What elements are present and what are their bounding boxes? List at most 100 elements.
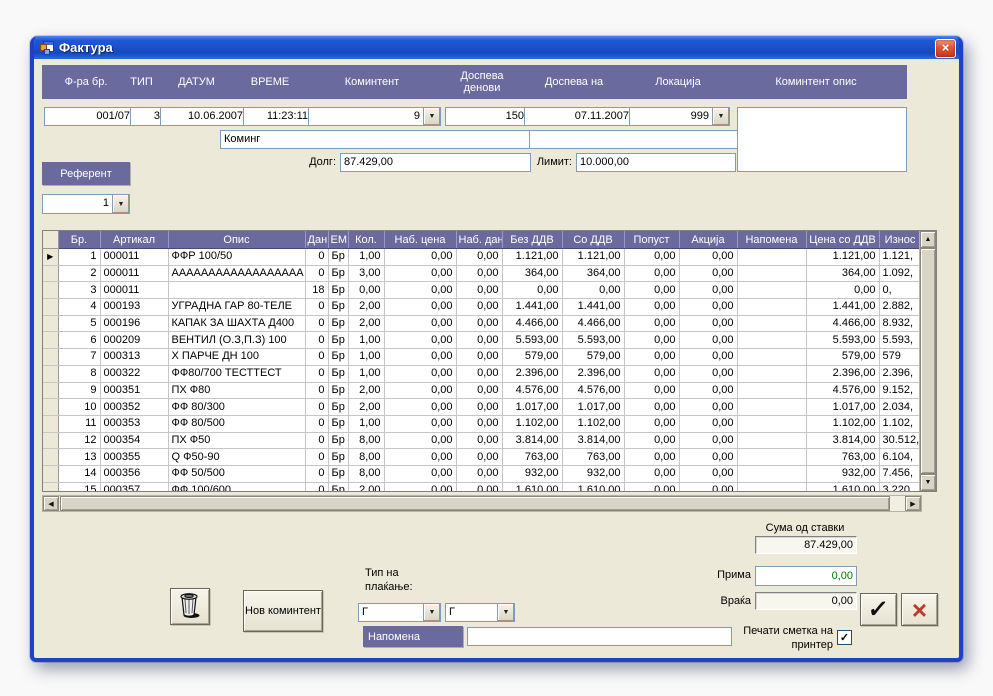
grid-cell[interactable]: 1,00 xyxy=(348,332,384,349)
grid-cell[interactable]: 0 xyxy=(305,365,328,382)
due-date-field[interactable]: 07.11.2007 xyxy=(524,107,633,126)
grid-cell[interactable]: 0 xyxy=(305,299,328,316)
grid-cell[interactable]: Бр xyxy=(328,282,348,299)
row-selector[interactable] xyxy=(43,432,58,449)
grid-cell[interactable]: 12 xyxy=(58,432,100,449)
grid-cell[interactable]: 364,00 xyxy=(562,265,624,282)
payment-type-combobox-1[interactable]: Г ▼ xyxy=(358,603,441,622)
print-checkbox[interactable]: ✓ xyxy=(837,630,852,645)
grid-cell[interactable] xyxy=(737,299,806,316)
grid-cell[interactable]: 1.610,00 xyxy=(562,482,624,492)
grid-cell[interactable]: 0,00 xyxy=(679,299,737,316)
grid-cell[interactable]: ФФ80/700 ТЕСТТЕСТ xyxy=(168,365,305,382)
grid-cell[interactable]: 0 xyxy=(305,265,328,282)
row-selector[interactable] xyxy=(43,315,58,332)
confirm-button[interactable]: ✓ xyxy=(860,593,897,626)
grid-cell[interactable]: ФФ 80/300 xyxy=(168,399,305,416)
grid-cell[interactable]: 1.102,00 xyxy=(562,415,624,432)
grid-cell[interactable]: Бр xyxy=(328,382,348,399)
grid-cell[interactable]: 0,00 xyxy=(624,432,679,449)
dropdown-button[interactable]: ▼ xyxy=(423,108,440,125)
grid-cell[interactable]: Бр xyxy=(328,315,348,332)
grid-cell[interactable]: 1.121, xyxy=(879,249,921,266)
grid-cell[interactable]: 3.814,00 xyxy=(806,432,879,449)
grid-cell[interactable]: 579,00 xyxy=(562,349,624,366)
grid-cell[interactable]: 0,00 xyxy=(679,265,737,282)
grid-cell[interactable] xyxy=(737,449,806,466)
grid-cell[interactable]: 0 xyxy=(305,249,328,266)
scroll-left-button[interactable]: ◀ xyxy=(43,496,59,511)
grid-cell[interactable]: 0,00 xyxy=(679,365,737,382)
location-combobox[interactable]: 999 ▼ xyxy=(629,107,730,126)
grid-cell[interactable]: 0 xyxy=(305,465,328,482)
grid-cell[interactable]: 000352 xyxy=(100,399,168,416)
dropdown-button[interactable]: ▼ xyxy=(497,604,514,621)
grid-cell[interactable] xyxy=(737,249,806,266)
grid-cell[interactable]: 000011 xyxy=(100,282,168,299)
grid-cell[interactable]: 10 xyxy=(58,399,100,416)
grid-cell[interactable]: 5 xyxy=(58,315,100,332)
grid-cell[interactable]: 2,00 xyxy=(348,299,384,316)
grid-cell[interactable] xyxy=(737,282,806,299)
grid-cell[interactable]: УГРАДНА ГАР 80-ТЕЛЕ xyxy=(168,299,305,316)
grid-cell[interactable]: 000011 xyxy=(100,265,168,282)
grid-column-header[interactable]: Цена со ДДВ xyxy=(806,231,879,249)
grid-cell[interactable]: 1,00 xyxy=(348,249,384,266)
komintent-description-textarea[interactable] xyxy=(737,107,907,172)
grid-cell[interactable]: 0 xyxy=(305,349,328,366)
grid-cell[interactable]: 1.102,00 xyxy=(806,415,879,432)
row-selector[interactable] xyxy=(43,449,58,466)
grid-column-header[interactable]: Со ДДВ xyxy=(562,231,624,249)
grid-cell[interactable]: 0,00 xyxy=(456,249,502,266)
grid-cell[interactable]: 0,00 xyxy=(679,415,737,432)
komintent-name2-field[interactable] xyxy=(529,130,738,149)
grid-cell[interactable]: Х ПАРЧЕ ДН 100 xyxy=(168,349,305,366)
grid-cell[interactable]: 4.466,00 xyxy=(502,315,562,332)
grid-cell[interactable]: 579 xyxy=(879,349,921,366)
grid-cell[interactable]: 000357 xyxy=(100,482,168,492)
grid-cell[interactable]: 5.593, xyxy=(879,332,921,349)
grid-cell[interactable]: 8.932, xyxy=(879,315,921,332)
grid-cell[interactable]: 0,00 xyxy=(679,482,737,492)
invoice-number-field[interactable]: 001/07 xyxy=(44,107,134,126)
grid-cell[interactable]: 763,00 xyxy=(502,449,562,466)
grid-cell[interactable]: 2.396,00 xyxy=(502,365,562,382)
grid-cell[interactable]: 2,00 xyxy=(348,482,384,492)
grid-cell[interactable]: 0 xyxy=(305,482,328,492)
grid-cell[interactable]: 0,00 xyxy=(456,282,502,299)
grid-cell[interactable]: 0,00 xyxy=(384,432,456,449)
grid-cell[interactable]: Бр xyxy=(328,365,348,382)
grid-cell[interactable]: Бр xyxy=(328,399,348,416)
grid-cell[interactable]: 0 xyxy=(305,315,328,332)
row-selector[interactable] xyxy=(43,415,58,432)
grid-cell[interactable]: 0,00 xyxy=(679,249,737,266)
grid-column-header[interactable]: Артикал xyxy=(100,231,168,249)
grid-cell[interactable]: 0 xyxy=(305,415,328,432)
grid-cell[interactable]: 0,00 xyxy=(624,365,679,382)
napomena-field[interactable] xyxy=(467,627,732,646)
grid-cell[interactable]: Бр xyxy=(328,249,348,266)
grid-cell[interactable]: 1.441,00 xyxy=(562,299,624,316)
grid-cell[interactable]: ФФР 100/50 xyxy=(168,249,305,266)
grid-cell[interactable]: 1.121,00 xyxy=(806,249,879,266)
grid-column-header[interactable]: Напомена xyxy=(737,231,806,249)
grid-cell[interactable]: Бр xyxy=(328,449,348,466)
scroll-right-button[interactable]: ▶ xyxy=(905,496,921,511)
grid-cell[interactable]: 0,00 xyxy=(456,332,502,349)
grid-cell[interactable]: 1,00 xyxy=(348,415,384,432)
dropdown-button[interactable]: ▼ xyxy=(112,195,129,213)
grid-cell[interactable]: 1.017,00 xyxy=(502,399,562,416)
grid-cell[interactable]: 0,00 xyxy=(456,415,502,432)
grid-cell[interactable]: КАПАК ЗА ШАХТА Д400 xyxy=(168,315,305,332)
komintent-combobox[interactable]: 9 ▼ xyxy=(308,107,441,126)
grid-cell[interactable]: 9.152, xyxy=(879,382,921,399)
grid-cell[interactable]: 0,00 xyxy=(456,382,502,399)
grid-cell[interactable]: 0,00 xyxy=(624,315,679,332)
grid-cell[interactable]: 0,00 xyxy=(456,465,502,482)
grid-cell[interactable]: 4.576,00 xyxy=(806,382,879,399)
grid-cell[interactable]: 13 xyxy=(58,449,100,466)
grid-cell[interactable]: 6 xyxy=(58,332,100,349)
grid-cell[interactable]: 0 xyxy=(305,432,328,449)
grid-cell[interactable]: АААААААААААААААААА xyxy=(168,265,305,282)
grid-cell[interactable]: 0,00 xyxy=(384,482,456,492)
